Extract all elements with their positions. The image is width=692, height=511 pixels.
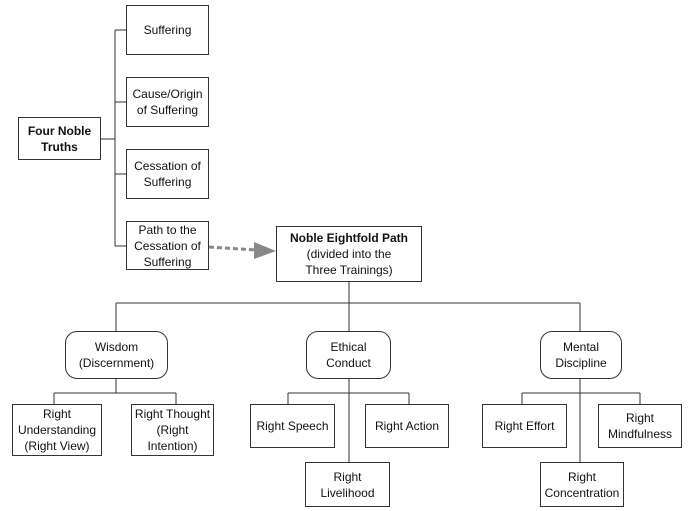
- dashed-arrow-line: [208, 245, 257, 252]
- training-ethical-conduct: Ethical Conduct: [306, 331, 391, 379]
- eightfold-title: Noble Eightfold Path: [290, 231, 408, 245]
- connector-wisdom: [53, 378, 177, 404]
- right-mindfulness: Right Mindfulness: [598, 404, 682, 448]
- truth-cause: Cause/Origin of Suffering: [126, 77, 209, 127]
- right-thought: Right Thought (Right Intention): [131, 404, 214, 456]
- training-mental-discipline: Mental Discipline: [540, 331, 622, 379]
- eightfold-subtitle: (divided into the Three Trainings): [305, 247, 393, 277]
- right-livelihood: Right Livelihood: [305, 462, 390, 507]
- truth-path: Path to the Cessation of Suffering: [126, 221, 209, 270]
- right-action: Right Action: [365, 404, 449, 448]
- right-understanding: Right Understanding (Right View): [12, 404, 102, 456]
- noble-eightfold-path-box: Noble Eightfold Path (divided into the T…: [276, 226, 422, 282]
- truth-cessation: Cessation of Suffering: [126, 149, 209, 199]
- diagram-canvas: Four Noble Truths Suffering Cause/Origin…: [0, 0, 692, 511]
- connector-trainings: [115, 281, 581, 331]
- right-effort: Right Effort: [482, 404, 567, 448]
- right-speech: Right Speech: [250, 404, 335, 448]
- four-noble-truths-box: Four Noble Truths: [18, 117, 101, 160]
- connector-truths: [100, 29, 126, 247]
- right-concentration: Right Concentration: [540, 462, 624, 507]
- truth-suffering: Suffering: [126, 5, 209, 55]
- arrowhead-icon: [254, 242, 276, 259]
- training-wisdom: Wisdom (Discernment): [65, 331, 168, 379]
